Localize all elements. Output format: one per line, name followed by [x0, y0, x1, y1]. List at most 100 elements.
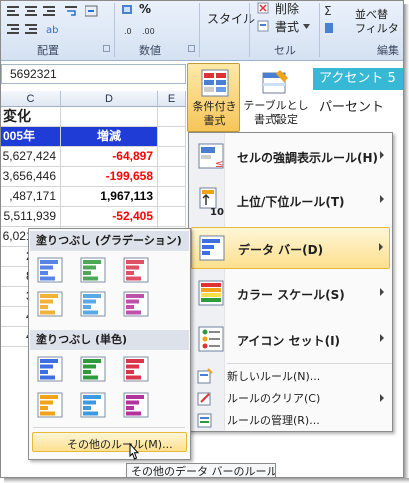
cell-style-accent5[interactable]: アクセント 5: [313, 68, 403, 90]
decrease-decimal-icon[interactable]: .0: [124, 24, 138, 36]
window-shadow: [4, 478, 409, 483]
align-left-icon[interactable]: [7, 5, 21, 17]
icon-number: 10: [210, 207, 224, 216]
menu-item-label: ルールの管理(R)...: [227, 414, 320, 427]
cell-c-title[interactable]: 変化: [1, 107, 61, 127]
menu-item-icon-sets[interactable]: アイコン セット(I): [191, 319, 390, 361]
svg-text:≤: ≤: [215, 159, 223, 170]
format-cells-icon[interactable]: [257, 20, 271, 32]
number-launcher-icon[interactable]: [188, 45, 195, 52]
conditional-format-label-2: 書式: [203, 114, 226, 127]
excel-window: ab 配置 % .0 .00 数値 スタイル 削除 書式 セル Σ 並べ替 フィ…: [0, 0, 404, 478]
data-bars-submenu: 塗りつぶし (グラデーション) 塗りつぶし (単色) その他のルール(M)...: [28, 228, 191, 460]
cell-d-title[interactable]: [61, 107, 158, 127]
cell-e[interactable]: [158, 147, 186, 167]
more-rules-label: その他のルール(M)...: [67, 438, 173, 451]
gradient-data-bar-icon[interactable]: [123, 257, 149, 283]
cell-c[interactable]: 5,627,424: [1, 147, 61, 167]
delete-button[interactable]: 削除: [275, 1, 299, 17]
indent-decrease-icon[interactable]: [7, 23, 21, 35]
chevron-down-icon: [303, 24, 310, 29]
conditional-format-menu: ≤ セルの強調表示ルール(H) 10 上位/下位ルール(T) データ バー(D): [188, 132, 393, 432]
column-header-d[interactable]: D: [61, 91, 158, 107]
window-shadow: [404, 4, 409, 483]
menu-item-manage-rules[interactable]: ルールの管理(R)...: [191, 409, 390, 430]
cell-d[interactable]: -199,658: [61, 167, 158, 187]
menu-item-new-rule[interactable]: 新しいルール(N)...: [191, 365, 390, 386]
alignment-launcher-icon[interactable]: [103, 45, 110, 52]
cell-d[interactable]: -64,897: [61, 147, 158, 167]
formula-bar[interactable]: 5692321: [1, 64, 186, 84]
cell-e[interactable]: [158, 207, 186, 227]
gradient-data-bar-icon[interactable]: [37, 291, 63, 317]
menu-item-data-bars[interactable]: データ バー(D): [191, 227, 390, 269]
cell-c[interactable]: 5,511,939: [1, 207, 61, 227]
submenu-divider: [33, 427, 185, 428]
cell-style-percent[interactable]: パーセント: [313, 97, 403, 119]
cell-c-header[interactable]: 005年: [1, 127, 61, 147]
solid-data-bar-icon[interactable]: [37, 356, 63, 382]
mouse-cursor-icon: [129, 442, 140, 460]
cell-c[interactable]: 3,656,446: [1, 167, 61, 187]
cell-d[interactable]: -52,405: [61, 207, 158, 227]
manage-rules-icon: [197, 413, 212, 428]
menu-item-clear-rules[interactable]: ルールのクリア(C): [191, 387, 390, 408]
solid-data-bar-icon[interactable]: [123, 356, 149, 382]
submenu-arrow-icon: [380, 334, 384, 342]
wrap-text-icon[interactable]: [65, 5, 79, 17]
align-right-icon[interactable]: [43, 5, 57, 17]
gradient-data-bar-icon[interactable]: [37, 257, 63, 283]
format-button[interactable]: 書式: [275, 18, 299, 35]
column-header-c[interactable]: C: [1, 91, 61, 107]
ribbon-separator: [249, 3, 250, 57]
cell-c[interactable]: ,487,171: [1, 187, 61, 207]
conditional-format-label-1: 条件付き: [192, 100, 237, 113]
column-header-e[interactable]: E: [158, 91, 186, 107]
indent-increase-icon[interactable]: [25, 23, 39, 35]
submenu-arrow-icon: [379, 243, 383, 251]
gradient-data-bar-icon[interactable]: [80, 257, 106, 283]
cell-e-header[interactable]: [158, 127, 186, 147]
formula-value: 5692321: [10, 67, 57, 81]
ribbon: ab 配置 % .0 .00 数値 スタイル 削除 書式 セル Σ 並べ替 フィ…: [1, 1, 403, 61]
conditional-format-button[interactable]: 条件付き 書式: [187, 63, 240, 132]
fill-icon[interactable]: [323, 22, 337, 34]
orientation-icon[interactable]: ab: [45, 23, 59, 35]
gradient-data-bar-icon[interactable]: [80, 291, 106, 317]
conditional-format-icon: [201, 69, 229, 97]
solid-data-bar-icon[interactable]: [80, 356, 106, 382]
cell-e[interactable]: [158, 187, 186, 207]
menu-item-label: データ バー(D): [238, 243, 324, 257]
style-group-label: スタイル: [207, 12, 256, 26]
cell-e[interactable]: [158, 167, 186, 187]
solid-data-bar-icon[interactable]: [80, 392, 106, 418]
gradient-fill-header: 塗りつぶし (グラデーション): [30, 231, 189, 251]
submenu-arrow-icon: [380, 288, 384, 296]
menu-item-label: ルールのクリア(C): [227, 392, 321, 405]
menu-item-label: アイコン セット(I): [237, 334, 341, 348]
increase-decimal-icon[interactable]: .00: [142, 24, 156, 36]
cell-d[interactable]: 1,967,113: [61, 187, 158, 207]
solid-data-bar-icon[interactable]: [37, 392, 63, 418]
editing-group-label: 編集: [377, 45, 399, 57]
format-as-table-button[interactable]: テーブルとして 書式設定: [241, 63, 311, 132]
cells-group-label: セル: [274, 45, 296, 57]
clear-rules-icon: [197, 392, 211, 406]
align-center-icon[interactable]: [25, 5, 39, 17]
menu-item-top-bottom-rules[interactable]: 10 上位/下位ルール(T): [191, 180, 390, 222]
delete-cells-icon[interactable]: [257, 2, 271, 14]
gradient-data-bar-icon[interactable]: [123, 291, 149, 317]
cell-e-title[interactable]: [158, 107, 186, 127]
solid-data-bar-icon[interactable]: [123, 392, 149, 418]
data-bars-icon: [199, 235, 225, 261]
currency-format-icon[interactable]: [121, 4, 135, 16]
menu-item-highlight-cells-rules[interactable]: ≤ セルの強調表示ルール(H): [191, 136, 390, 178]
cell-d-header[interactable]: 増減: [61, 127, 158, 147]
icon-sets-icon: [198, 326, 224, 352]
percent-style-button[interactable]: %: [139, 2, 151, 16]
format-as-table-icon: [262, 70, 288, 94]
more-rules-button[interactable]: その他のルール(M)...: [32, 432, 187, 452]
menu-item-color-scales[interactable]: カラー スケール(S): [191, 273, 390, 315]
sum-icon[interactable]: Σ: [323, 4, 337, 16]
merge-cells-icon[interactable]: [85, 5, 99, 17]
